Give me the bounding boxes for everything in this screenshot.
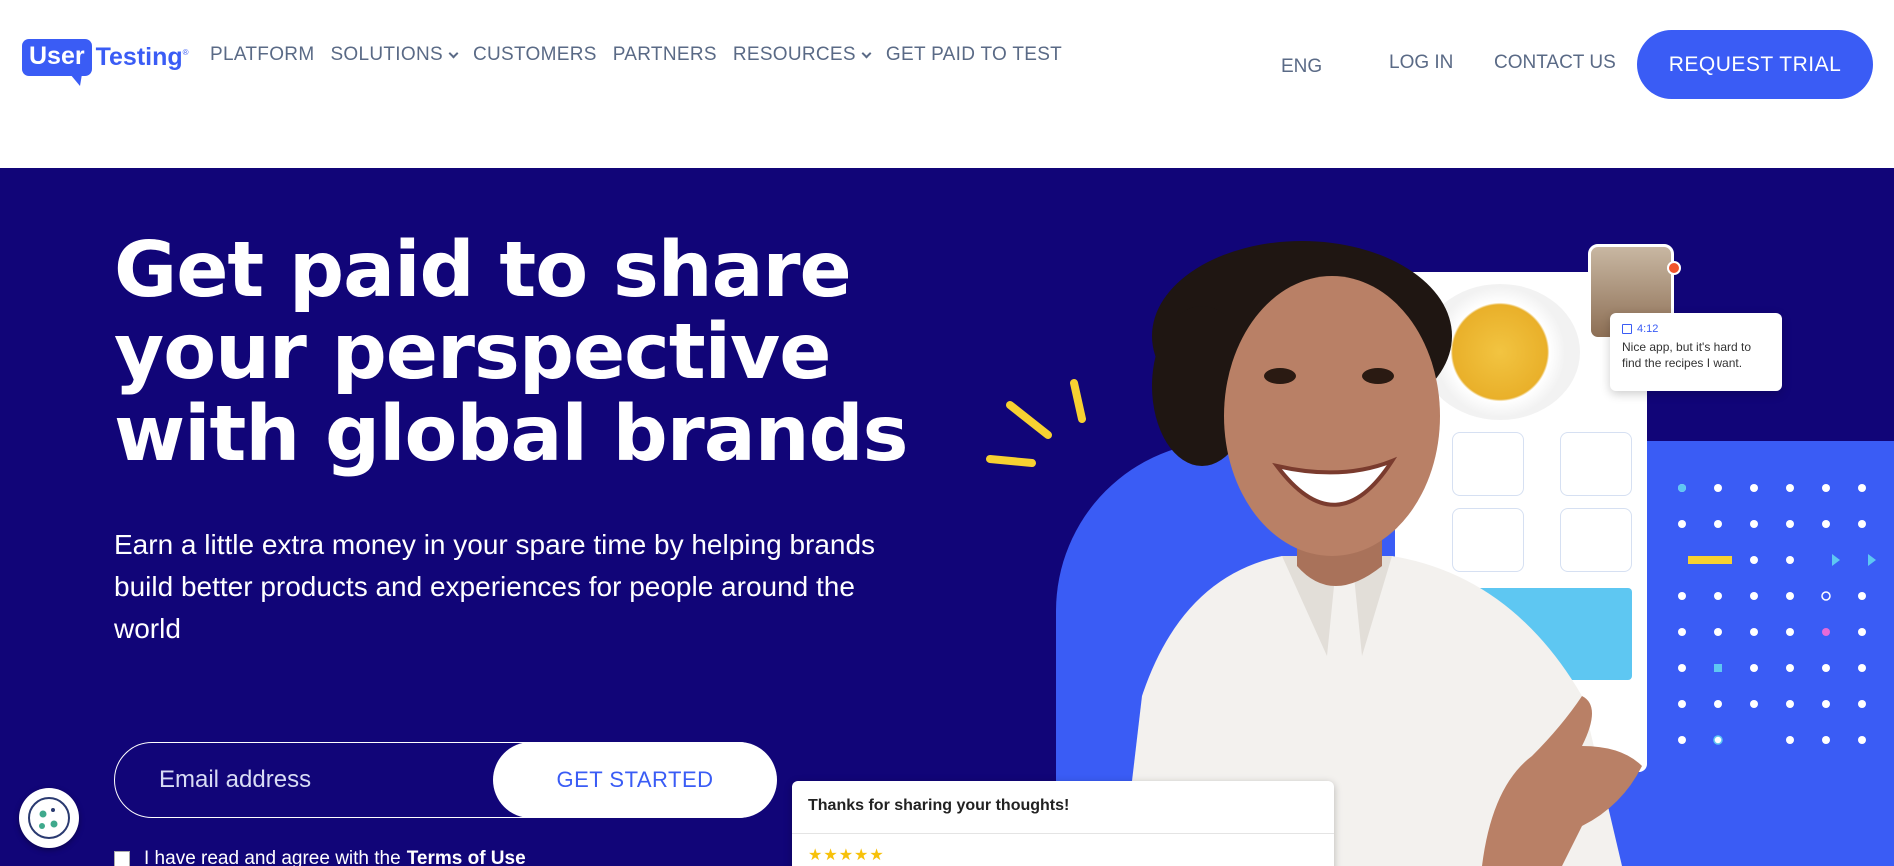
headline-line-2: your perspective [114, 308, 831, 397]
nav-resources[interactable]: RESOURCES [732, 44, 872, 66]
nav-resources-label: RESOURCES [732, 44, 856, 65]
headline-line-3: with global brands [114, 390, 908, 479]
nav-solutions-label: SOLUTIONS [330, 44, 443, 65]
star-rating-icon: ★★★★★ [808, 847, 885, 864]
cookie-icon [28, 797, 70, 839]
divider [792, 833, 1334, 834]
terms-agreement: I have read and agree with the Terms of … [114, 848, 526, 866]
email-signup-form: GET STARTED [114, 742, 777, 818]
thanks-rating-card: Thanks for sharing your thoughts! ★★★★★ [792, 781, 1334, 866]
login-link[interactable]: LOG IN [1389, 52, 1453, 74]
terms-checkbox[interactable] [114, 851, 130, 866]
edit-icon [1622, 324, 1632, 334]
nav-customers[interactable]: CUSTOMERS [473, 44, 597, 66]
nav-partners[interactable]: PARTNERS [613, 44, 717, 66]
nav-customers-label: CUSTOMERS [472, 44, 597, 65]
chevron-down-icon [861, 48, 872, 58]
comment-timestamp: 4:12 [1622, 323, 1770, 335]
logo-testing-text: Testing [95, 42, 183, 71]
email-input[interactable] [159, 743, 479, 816]
chevron-down-icon [448, 48, 459, 58]
hero-subtext: Earn a little extra money in your spare … [114, 529, 876, 644]
nav-get-paid-label: GET PAID TO TEST [885, 44, 1063, 65]
headline-line-1: Get paid to share [114, 226, 852, 315]
nav-solutions[interactable]: SOLUTIONS [330, 44, 459, 66]
get-started-button[interactable]: GET STARTED [493, 742, 777, 818]
recording-indicator-icon [1667, 261, 1681, 275]
nav-get-paid-to-test[interactable]: GET PAID TO TEST [886, 44, 1062, 66]
nav-platform[interactable]: PLATFORM [210, 44, 314, 66]
hero-section: Get paid to share your perspective with … [0, 168, 1894, 866]
terms-of-use-link[interactable]: Terms of Use [407, 848, 526, 866]
cookie-settings-button[interactable] [19, 788, 79, 848]
nav-partners-label: PARTNERS [612, 44, 717, 65]
comment-text: Nice app, but it's hard to find the reci… [1622, 340, 1752, 370]
hero-headline: Get paid to share your perspective with … [114, 230, 934, 476]
feedback-comment-bubble: 4:12 Nice app, but it's hard to find the… [1610, 313, 1782, 391]
nav-platform-label: PLATFORM [210, 44, 315, 65]
request-trial-button[interactable]: REQUEST TRIAL [1637, 30, 1873, 99]
contact-us-link[interactable]: CONTACT US [1494, 52, 1616, 74]
language-selector[interactable]: ENG [1281, 56, 1322, 78]
main-nav: PLATFORM SOLUTIONS CUSTOMERS PARTNERS RE… [210, 44, 1078, 66]
rating-card-title: Thanks for sharing your thoughts! [808, 797, 1070, 814]
site-header: User Testing ® PLATFORM SOLUTIONS CUSTOM… [0, 0, 1894, 168]
terms-text: I have read and agree with the [144, 848, 401, 866]
logo-user-badge: User [22, 38, 92, 86]
usertesting-logo[interactable]: User Testing ® [22, 34, 189, 86]
logo-trademark: ® [182, 47, 189, 57]
smiling-woman-image [1122, 241, 1642, 866]
comment-time-text: 4:12 [1637, 323, 1659, 335]
dot-pattern [1678, 484, 1876, 745]
